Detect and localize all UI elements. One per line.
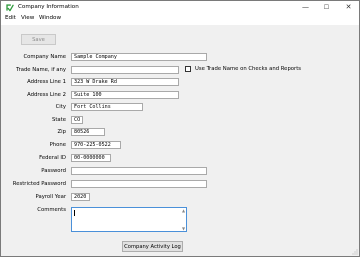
- restricted-password-field[interactable]: [71, 180, 207, 188]
- phone-label: Phone: [49, 142, 66, 148]
- city-field[interactable]: Fort Collins: [71, 103, 143, 111]
- city-label: City: [55, 104, 66, 110]
- comments-scrollbar[interactable]: ▲ ▼: [181, 208, 186, 231]
- comments-label: Comments: [37, 207, 66, 213]
- address-line-1-field[interactable]: 323 W Drake Rd: [71, 78, 179, 86]
- address-line-1-label: Address Line 1: [27, 79, 66, 85]
- scroll-up-arrow-icon[interactable]: ▲: [181, 208, 186, 213]
- app-icon: [6, 4, 14, 12]
- payroll-year-label: Payroll Year: [35, 194, 66, 200]
- address-line-2-label: Address Line 2: [27, 92, 66, 98]
- minimize-button[interactable]: —: [295, 1, 316, 13]
- use-trade-name-checkbox[interactable]: [185, 66, 191, 72]
- state-label: State: [51, 117, 66, 123]
- menu-view[interactable]: View: [21, 15, 34, 21]
- close-button[interactable]: ✕: [338, 1, 359, 13]
- company-activity-log-button[interactable]: Company Activity Log: [122, 241, 183, 252]
- title-bar: Company Information — ☐ ✕: [1, 1, 359, 14]
- form-panel: Save Company Name Sample Company Trade N…: [1, 25, 359, 256]
- window-title: Company Information: [18, 4, 79, 10]
- address-line-2-field[interactable]: Suite 100: [71, 91, 179, 99]
- text-caret: [74, 210, 75, 216]
- federal-id-label: Federal ID: [39, 155, 66, 161]
- federal-id-field[interactable]: 00-0000000: [71, 154, 111, 162]
- use-trade-name-label[interactable]: Use Trade Name on Checks and Reports: [195, 66, 301, 72]
- resize-grip-icon[interactable]: [352, 249, 358, 255]
- maximize-button[interactable]: ☐: [316, 1, 337, 13]
- zip-field[interactable]: 80526: [71, 128, 105, 136]
- restricted-password-label: Restricted Password: [12, 181, 66, 187]
- zip-label: Zip: [57, 129, 66, 135]
- comments-textarea[interactable]: ▲ ▼: [71, 207, 187, 232]
- payroll-year-field[interactable]: 2020: [71, 193, 90, 201]
- company-name-label: Company Name: [23, 54, 66, 60]
- company-name-field[interactable]: Sample Company: [71, 53, 207, 61]
- password-field[interactable]: [71, 167, 207, 175]
- save-button[interactable]: Save: [21, 34, 56, 45]
- phone-field[interactable]: 970-225-0522: [71, 141, 121, 149]
- trade-name-label: Trade Name, if any: [16, 67, 66, 73]
- menu-edit[interactable]: Edit: [5, 15, 16, 21]
- menu-bar: Edit View Window: [1, 14, 359, 24]
- company-information-window: Company Information — ☐ ✕ Edit View Wind…: [0, 0, 360, 257]
- state-field[interactable]: CO: [71, 116, 83, 124]
- scroll-down-arrow-icon[interactable]: ▼: [181, 226, 186, 231]
- password-label: Password: [41, 168, 66, 174]
- trade-name-field[interactable]: [71, 66, 179, 74]
- menu-window[interactable]: Window: [39, 15, 61, 21]
